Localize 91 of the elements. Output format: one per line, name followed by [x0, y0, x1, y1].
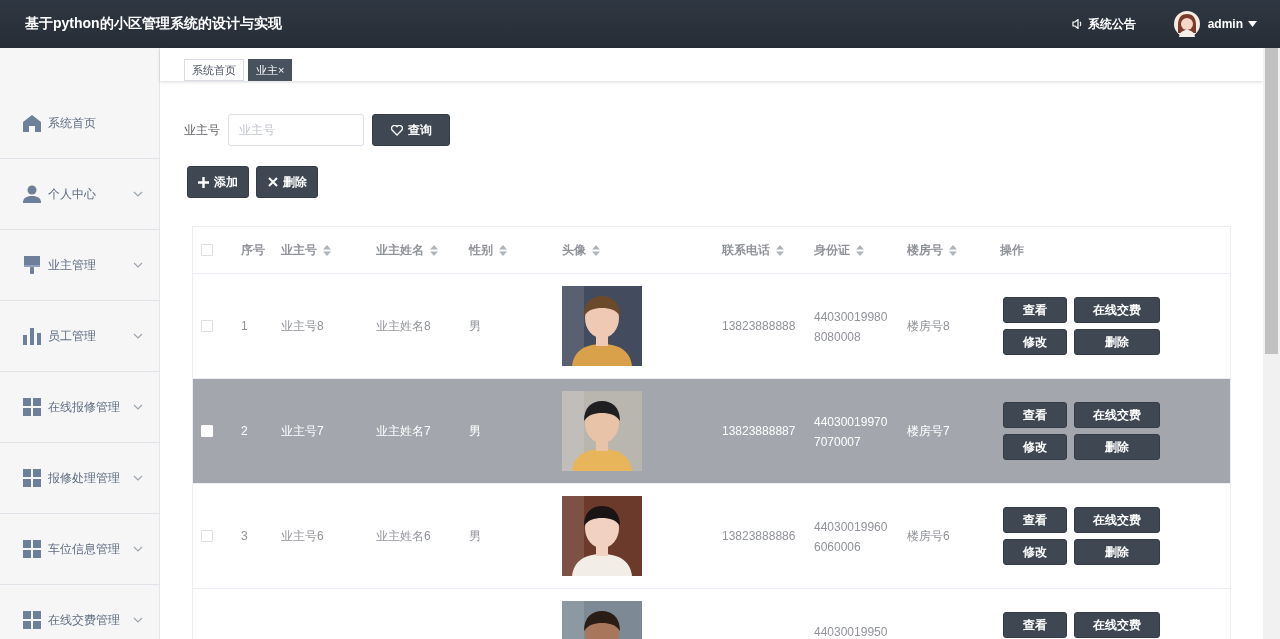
user-menu[interactable]: admin [1207, 17, 1257, 31]
sidebar-item[interactable]: 在线交费管理 [0, 585, 159, 639]
owner-name: 业主姓名7 [376, 422, 431, 440]
owner-name: 业主姓名6 [376, 527, 431, 545]
owner-name: 业主姓名8 [376, 317, 431, 335]
id-card-number: 440300199707070007 [814, 414, 889, 451]
add-button[interactable]: 添加 [187, 166, 249, 198]
table-row[interactable]: 1 业主号8 业主姓名8 男 13823888888 440300199808080008 楼房号8 查看 在线交费 修改 删除 [193, 274, 1230, 379]
scroll-thumb[interactable] [1265, 48, 1278, 354]
gender: 男 [469, 527, 481, 545]
building-number: 楼房号8 [907, 317, 950, 335]
owner-number: 业主号6 [281, 527, 324, 545]
action-button[interactable]: 删除 [1074, 434, 1160, 460]
user-icon [23, 185, 41, 203]
row-number: 3 [241, 529, 248, 543]
home-icon [23, 114, 41, 132]
page-tab[interactable]: 系统首页 [184, 58, 244, 81]
close-icon [267, 177, 278, 187]
column-header: 业主姓名 [376, 241, 424, 259]
id-card-number: 440300199808080008 [814, 309, 889, 346]
sort-icon[interactable] [592, 244, 600, 256]
plus-icon [198, 176, 209, 188]
sidebar-item[interactable]: 系统首页 [0, 88, 159, 159]
gender: 男 [469, 422, 481, 440]
select-all-checkbox[interactable] [201, 244, 213, 256]
sidebar-item[interactable]: 在线报修管理 [0, 372, 159, 443]
brush-icon [23, 256, 41, 274]
sort-icon[interactable] [856, 244, 864, 256]
action-button[interactable]: 在线交费 [1074, 297, 1160, 323]
query-button[interactable]: 查询 [372, 114, 450, 146]
bar-chart-icon [23, 327, 41, 345]
delete-button[interactable]: 删除 [256, 166, 318, 198]
grid-icon [23, 611, 41, 629]
app-title: 基于python的小区管理系统的设计与实现 [25, 15, 282, 33]
row-number: 2 [241, 424, 248, 438]
column-header: 身份证 [814, 241, 850, 259]
search-label: 业主号 [184, 121, 220, 139]
column-header: 序号 [241, 241, 265, 259]
scrollbar[interactable] [1263, 48, 1280, 639]
id-card-number: 440300199606060006 [814, 519, 889, 556]
column-header: 联系电话 [722, 241, 770, 259]
sidebar-item[interactable]: 业主管理 [0, 230, 159, 301]
phone-number: 13823888886 [722, 529, 796, 543]
heart-icon [390, 124, 403, 136]
action-button[interactable]: 删除 [1074, 329, 1160, 355]
owner-number: 业主号7 [281, 422, 324, 440]
action-button[interactable]: 在线交费 [1074, 612, 1160, 638]
grid-icon [23, 540, 41, 558]
phone-number: 13823888887 [722, 424, 796, 438]
phone-number: 13823888888 [722, 319, 796, 333]
action-button[interactable]: 修改 [1003, 539, 1067, 565]
grid-icon [23, 469, 41, 487]
action-button[interactable]: 删除 [1074, 539, 1160, 565]
column-header: 业主号 [281, 241, 317, 259]
column-header: 头像 [562, 241, 586, 259]
row-checkbox[interactable] [201, 320, 213, 332]
row-number: 1 [241, 319, 248, 333]
sidebar-item[interactable]: 车位信息管理 [0, 514, 159, 585]
row-checkbox[interactable] [201, 530, 213, 542]
action-button[interactable]: 查看 [1003, 612, 1067, 638]
column-header: 性别 [469, 241, 493, 259]
column-header: 操作 [1000, 241, 1024, 259]
table-row[interactable]: 44030019950 查看 在线交费 [193, 589, 1230, 639]
action-button[interactable]: 修改 [1003, 434, 1067, 460]
action-button[interactable]: 修改 [1003, 329, 1067, 355]
page-tab[interactable]: 业主× [248, 58, 293, 81]
building-number: 楼房号7 [907, 422, 950, 440]
action-button[interactable]: 查看 [1003, 507, 1067, 533]
grid-icon [23, 398, 41, 416]
building-number: 楼房号6 [907, 527, 950, 545]
action-button[interactable]: 在线交费 [1074, 402, 1160, 428]
sort-icon[interactable] [949, 244, 957, 256]
gender: 男 [469, 317, 481, 335]
column-header: 楼房号 [907, 241, 943, 259]
sort-icon[interactable] [430, 244, 438, 256]
table-row[interactable]: 2 业主号7 业主姓名7 男 13823888887 440300199707070007 楼房号7 查看 在线交费 修改 删除 [193, 379, 1230, 484]
sidebar-item[interactable]: 个人中心 [0, 159, 159, 230]
sidebar-item[interactable]: 报修处理管理 [0, 443, 159, 514]
sort-icon[interactable] [776, 244, 784, 256]
owner-number: 业主号8 [281, 317, 324, 335]
sort-icon[interactable] [323, 244, 331, 256]
action-button[interactable]: 在线交费 [1074, 507, 1160, 533]
caret-icon [1248, 21, 1257, 27]
sidebar-item[interactable]: 员工管理 [0, 301, 159, 372]
notice-link[interactable]: 系统公告 [1071, 15, 1136, 33]
action-button[interactable]: 查看 [1003, 297, 1067, 323]
sort-icon[interactable] [499, 244, 507, 256]
action-button[interactable]: 查看 [1003, 402, 1067, 428]
table-row[interactable]: 3 业主号6 业主姓名6 男 13823888886 440300199606060006 楼房号6 查看 在线交费 修改 删除 [193, 484, 1230, 589]
id-card-number: 44030019950 [814, 624, 889, 639]
speaker-icon [1071, 19, 1083, 29]
